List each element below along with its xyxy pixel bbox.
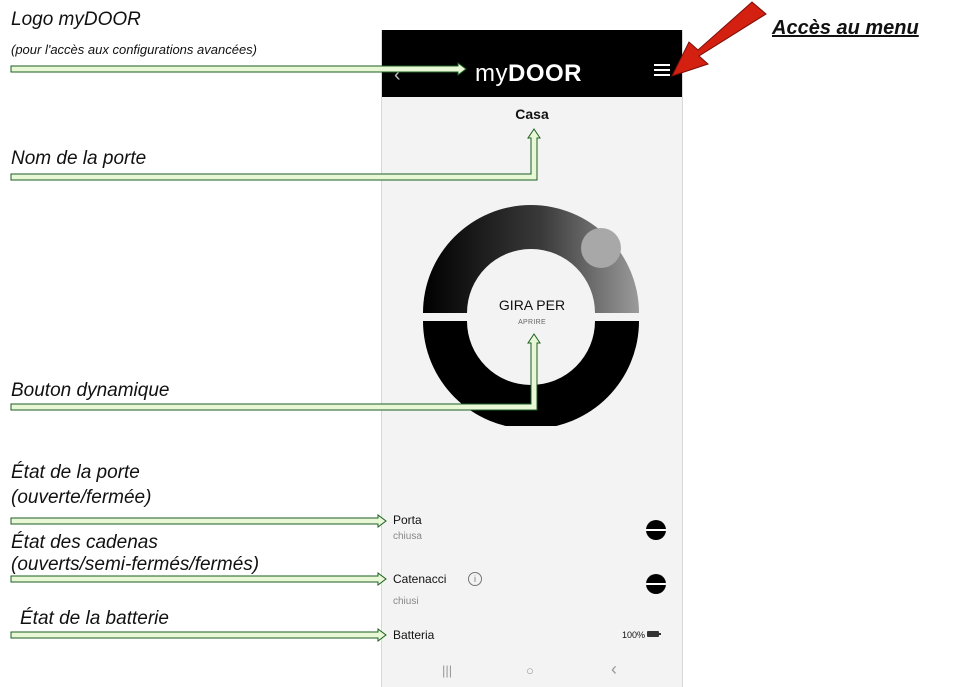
phone-screen: ‹ myDOOR Casa GIRA PER APRIRE Porta chiu… xyxy=(381,30,683,687)
locks-status-label: Catenacci xyxy=(393,572,447,586)
battery-callout-arrow xyxy=(10,628,387,642)
dial-bottom-ring xyxy=(423,321,639,426)
dial-progress-knob xyxy=(581,228,621,268)
annotation-door-state-detail: (ouverte/fermée) xyxy=(11,487,152,508)
logo-my: my xyxy=(475,60,508,87)
info-icon[interactable]: i xyxy=(468,572,482,586)
dynamic-dial-button[interactable] xyxy=(418,200,644,426)
door-status-value: chiusa xyxy=(393,531,422,542)
app-header: ‹ myDOOR xyxy=(382,30,682,97)
annotation-locks-state: État des cadenas xyxy=(11,532,158,553)
recent-apps-button[interactable]: ||| xyxy=(442,663,452,678)
annotation-battery-state: État de la batterie xyxy=(20,608,169,629)
locks-status-value: chiusi xyxy=(393,596,419,607)
door-status-label: Porta xyxy=(393,513,422,527)
dial-sublabel: APRIRE xyxy=(518,319,546,326)
mydoor-logo[interactable]: myDOOR xyxy=(475,60,582,88)
locks-state-icon xyxy=(646,574,666,594)
battery-label: Batteria xyxy=(393,628,435,642)
door-state-callout-arrow xyxy=(10,514,387,528)
system-navbar: ||| ○ ‹ xyxy=(382,658,682,687)
annotation-dynamic-button: Bouton dynamique xyxy=(11,380,170,401)
annotation-locks-state-detail: (ouverts/semi-fermés/fermés) xyxy=(11,554,260,575)
nav-back-button[interactable]: ‹ xyxy=(611,659,617,680)
battery-icon xyxy=(647,631,661,637)
home-button[interactable]: ○ xyxy=(526,663,534,678)
door-name: Casa xyxy=(515,106,549,122)
red-menu-arrow xyxy=(671,1,767,77)
door-state-icon xyxy=(646,520,666,540)
annotation-door-state: État de la porte xyxy=(11,462,140,483)
hamburger-menu-icon[interactable] xyxy=(654,64,670,79)
battery-percentage: 100% xyxy=(622,630,646,640)
annotation-logo-title: Logo myDOOR xyxy=(11,9,141,30)
annotation-logo-subtitle: (pour l'accès aux configurations avancée… xyxy=(11,42,258,57)
annotation-door-name: Nom de la porte xyxy=(11,148,147,169)
dial-label: GIRA PER xyxy=(498,297,566,313)
annotation-menu-access: Accès au menu xyxy=(772,17,919,39)
back-arrow-icon[interactable]: ‹ xyxy=(394,64,401,87)
logo-door: DOOR xyxy=(508,60,582,87)
